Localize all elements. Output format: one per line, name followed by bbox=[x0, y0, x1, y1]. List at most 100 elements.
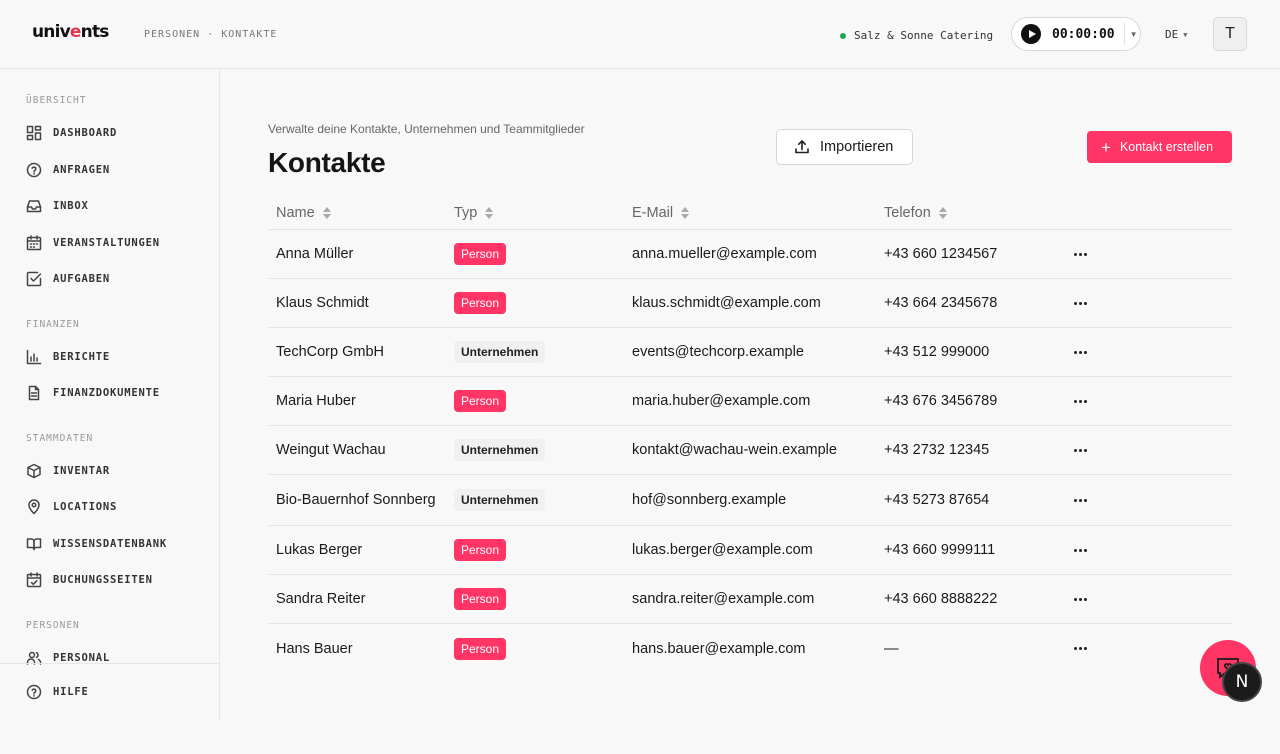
import-button-label: Importieren bbox=[820, 139, 894, 155]
sidebar-item-finanzdokumente[interactable]: FINANZDOKUMENTE bbox=[26, 385, 160, 401]
sort-icon bbox=[322, 207, 331, 219]
sidebar-item-label: AUFGABEN bbox=[53, 273, 110, 285]
contact-name: Weingut Wachau bbox=[276, 442, 386, 458]
table-row[interactable]: Lukas Berger Person lukas.berger@example.c… bbox=[268, 526, 1232, 575]
type-badge: Unternehmen bbox=[454, 439, 546, 461]
type-badge: Person bbox=[454, 637, 507, 660]
timer-display: 00:00:00 bbox=[1052, 26, 1115, 42]
contact-name: Bio-Bauernhof Sonnberg bbox=[276, 492, 436, 508]
help-link[interactable]: HILFE bbox=[26, 684, 89, 700]
bar-chart-icon bbox=[26, 349, 42, 365]
timer-divider bbox=[1123, 23, 1125, 45]
more-options-icon[interactable] bbox=[1072, 641, 1088, 657]
contact-phone: +43 512 999000 bbox=[884, 344, 990, 360]
avatar[interactable]: T bbox=[1213, 17, 1247, 51]
inbox-icon bbox=[26, 200, 42, 213]
question-bubble-icon bbox=[26, 162, 42, 178]
checkbox-icon bbox=[26, 271, 42, 287]
contact-phone: +43 660 1234567 bbox=[884, 246, 998, 262]
column-header-phone[interactable]: Telefon bbox=[884, 205, 947, 221]
notification-badge[interactable]: N bbox=[1222, 662, 1262, 702]
column-label: E-Mail bbox=[632, 205, 674, 221]
create-contact-button[interactable]: + Kontakt erstellen bbox=[1087, 131, 1232, 163]
table-row[interactable]: Maria Huber Person maria.huber@example.com… bbox=[268, 377, 1232, 426]
sidebar-item-locations[interactable]: LOCATIONS bbox=[26, 499, 117, 515]
sidebar-item-inventar[interactable]: INVENTAR bbox=[26, 463, 110, 479]
sort-icon bbox=[938, 207, 947, 219]
import-button[interactable]: Importieren bbox=[776, 129, 913, 165]
table-header: Name Typ E-Mail Telefon bbox=[268, 197, 1232, 230]
sidebar-item-dashboard[interactable]: DASHBOARD bbox=[26, 125, 117, 141]
page-title: Kontakte bbox=[268, 147, 386, 178]
sidebar-section-title: PERSONEN bbox=[26, 620, 80, 631]
type-badge: Person bbox=[454, 588, 507, 610]
table-row[interactable]: Anna Müller Person anna.mueller@example.co… bbox=[268, 230, 1232, 279]
contact-email: anna.mueller@example.com bbox=[632, 246, 817, 262]
column-header-type[interactable]: Typ bbox=[454, 205, 494, 221]
table-row[interactable]: Weingut Wachau Unternehmen kontakt@wachau-… bbox=[268, 426, 1232, 475]
more-options-icon[interactable] bbox=[1072, 246, 1088, 262]
table-row[interactable]: Klaus Schmidt Person klaus.schmidt@example… bbox=[268, 279, 1232, 328]
sidebar-item-inbox[interactable]: INBOX bbox=[26, 198, 89, 214]
organization-switcher[interactable]: Salz & Sonne Catering bbox=[840, 29, 993, 42]
sidebar-item-label: WISSENSDATENBANK bbox=[53, 538, 167, 550]
sidebar-item-label: LOCATIONS bbox=[53, 501, 118, 513]
sidebar-item-anfragen[interactable]: ANFRAGEN bbox=[26, 162, 110, 178]
type-cell: Unternehmen bbox=[454, 489, 546, 511]
sidebar-item-aufgaben[interactable]: AUFGABEN bbox=[26, 271, 110, 287]
table-row[interactable]: Sandra Reiter Person sandra.reiter@example… bbox=[268, 575, 1232, 624]
contact-name: Lukas Berger bbox=[276, 542, 363, 558]
sidebar: ÜBERSICHT DASHBOARD ANFRAGEN INBOX VERAN… bbox=[0, 69, 220, 721]
more-options-icon[interactable] bbox=[1072, 295, 1088, 311]
sidebar-item-veranstaltungen[interactable]: VERANSTALTUNGEN bbox=[26, 235, 160, 251]
type-cell: Person bbox=[454, 539, 507, 561]
contact-email: hans.bauer@example.com bbox=[632, 640, 806, 657]
sidebar-item-label: VERANSTALTUNGEN bbox=[53, 237, 160, 249]
table-row[interactable]: TechCorp GmbH Unternehmen events@techcorp.… bbox=[268, 328, 1232, 377]
box-icon bbox=[27, 463, 41, 479]
more-options-icon[interactable] bbox=[1072, 344, 1088, 360]
contact-email: kontakt@wachau-wein.example bbox=[632, 442, 837, 458]
more-options-icon[interactable] bbox=[1072, 442, 1088, 458]
contact-phone: +43 2732 12345 bbox=[884, 442, 990, 458]
sort-icon bbox=[485, 207, 494, 219]
breadcrumb: PERSONEN · KONTAKTE bbox=[144, 29, 278, 40]
type-badge: Person bbox=[454, 539, 507, 561]
sidebar-item-label: INVENTAR bbox=[53, 465, 110, 477]
table-row[interactable]: Bio-Bauernhof Sonnberg Unternehmen hof@son… bbox=[268, 475, 1232, 526]
sidebar-item-label: INBOX bbox=[53, 200, 89, 212]
table-row[interactable]: Hans Bauer Person hans.bauer@example.com — bbox=[268, 624, 1232, 673]
sort-icon bbox=[681, 207, 690, 219]
more-options-icon[interactable] bbox=[1072, 393, 1088, 409]
plus-icon: + bbox=[1101, 137, 1111, 157]
sidebar-item-berichte[interactable]: BERICHTE bbox=[26, 349, 110, 365]
contact-phone: +43 676 3456789 bbox=[884, 393, 998, 409]
type-badge: Person bbox=[454, 292, 507, 314]
contact-email: events@techcorp.example bbox=[632, 344, 804, 360]
contact-phone: +43 5273 87654 bbox=[884, 492, 990, 508]
logo[interactable]: univents bbox=[32, 22, 109, 42]
language-label: DE bbox=[1165, 28, 1179, 41]
column-header-name[interactable]: Name bbox=[276, 205, 331, 221]
more-options-icon[interactable] bbox=[1072, 492, 1088, 508]
sidebar-footer: HILFE bbox=[0, 663, 220, 721]
chevron-down-icon[interactable]: ▼ bbox=[1130, 30, 1138, 39]
contact-phone: — bbox=[884, 640, 899, 657]
type-cell: Unternehmen bbox=[454, 439, 546, 461]
contact-phone: +43 660 9999111 bbox=[884, 542, 996, 558]
chevron-down-icon: ▼ bbox=[1183, 30, 1188, 39]
column-header-email[interactable]: E-Mail bbox=[632, 205, 690, 221]
sidebar-item-buchungsseiten[interactable]: BUCHUNGSSEITEN bbox=[26, 572, 153, 588]
dashboard-icon bbox=[26, 125, 42, 141]
sidebar-item-label: FINANZDOKUMENTE bbox=[53, 387, 160, 399]
sidebar-item-wissensdatenbank[interactable]: WISSENSDATENBANK bbox=[26, 536, 167, 552]
document-icon bbox=[28, 385, 40, 401]
contacts-table: Name Typ E-Mail Telefon Anna Müller Perso… bbox=[268, 197, 1232, 673]
play-icon[interactable] bbox=[1021, 24, 1041, 44]
more-options-icon[interactable] bbox=[1072, 542, 1088, 558]
contact-phone: +43 664 2345678 bbox=[884, 295, 998, 311]
language-select[interactable]: DE ▼ bbox=[1165, 28, 1187, 41]
more-options-icon[interactable] bbox=[1072, 591, 1088, 607]
type-cell: Person bbox=[454, 588, 507, 610]
column-label: Typ bbox=[454, 205, 478, 221]
